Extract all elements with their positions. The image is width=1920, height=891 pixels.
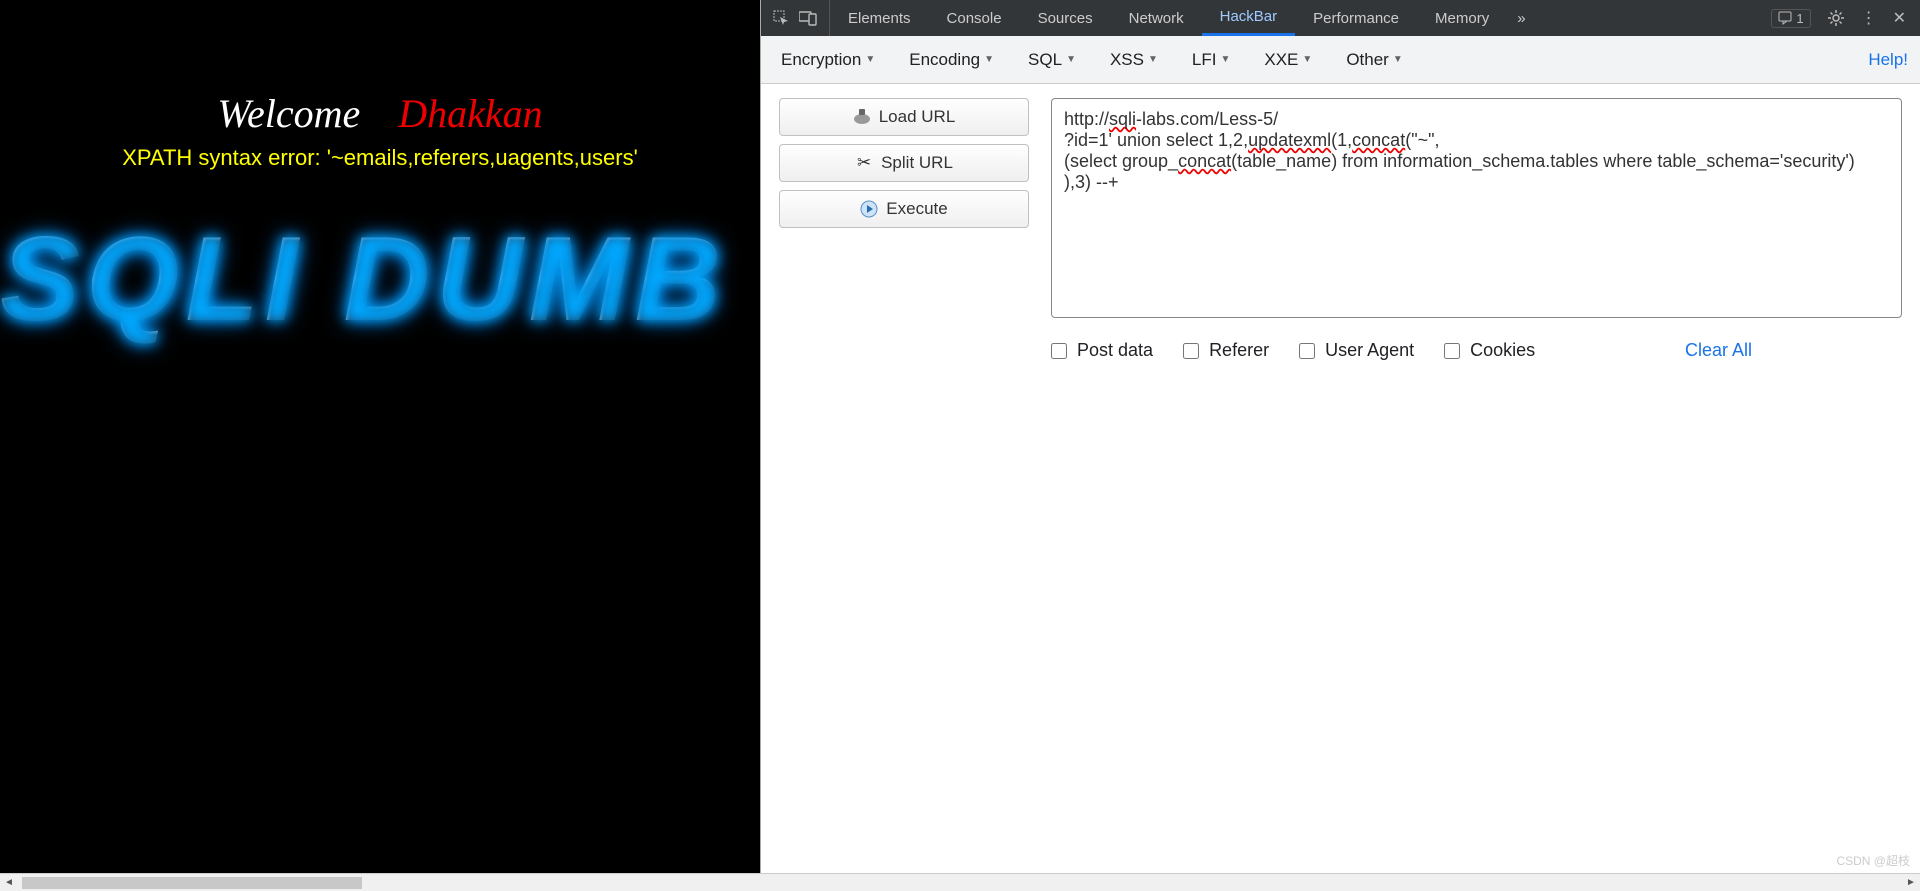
- useragent-checkbox-input[interactable]: [1299, 343, 1315, 359]
- xpath-error-text: XPATH syntax error: '~emails,referers,ua…: [0, 145, 760, 171]
- scroll-thumb[interactable]: [22, 877, 362, 889]
- menu-sql[interactable]: SQL▼: [1020, 44, 1084, 76]
- referer-label: Referer: [1209, 340, 1269, 361]
- url-input-textarea[interactable]: http://sqli-labs.com/Less-5/ ?id=1' unio…: [1051, 98, 1902, 318]
- tabs-overflow[interactable]: »: [1507, 0, 1535, 36]
- hackbar-body: Load URL ✂ Split URL Execute http://sqli…: [761, 84, 1920, 375]
- clear-all-link[interactable]: Clear All: [1685, 340, 1752, 361]
- cookies-checkbox-input[interactable]: [1444, 343, 1460, 359]
- useragent-checkbox[interactable]: User Agent: [1299, 340, 1414, 361]
- device-toggle-icon[interactable]: [799, 10, 817, 26]
- tab-elements[interactable]: Elements: [830, 0, 929, 36]
- menu-encryption[interactable]: Encryption▼: [773, 44, 883, 76]
- messages-badge[interactable]: 1: [1771, 9, 1810, 28]
- scroll-track[interactable]: [18, 877, 1902, 889]
- menu-xss[interactable]: XSS▼: [1102, 44, 1166, 76]
- execute-label: Execute: [886, 199, 947, 219]
- devtools-panel: Elements Console Sources Network HackBar…: [760, 0, 1920, 873]
- caret-down-icon: ▼: [1066, 54, 1076, 65]
- tab-network[interactable]: Network: [1111, 0, 1202, 36]
- menu-xxe[interactable]: XXE▼: [1256, 44, 1320, 76]
- hackbar-checkboxes: Post data Referer User Agent Cookies C: [1051, 340, 1902, 361]
- play-icon: [860, 200, 878, 218]
- hackbar-toolbar: Encryption▼ Encoding▼ SQL▼ XSS▼ LFI▼ XXE…: [761, 36, 1920, 84]
- split-url-button[interactable]: ✂ Split URL: [779, 144, 1029, 182]
- caret-down-icon: ▼: [1148, 54, 1158, 65]
- caret-down-icon: ▼: [1302, 54, 1312, 65]
- welcome-text: Welcome: [217, 91, 360, 136]
- welcome-heading: Welcome Dhakkan: [0, 90, 760, 137]
- tab-memory[interactable]: Memory: [1417, 0, 1507, 36]
- settings-icon[interactable]: [1827, 9, 1845, 27]
- postdata-checkbox[interactable]: Post data: [1051, 340, 1153, 361]
- scissors-icon: ✂: [855, 154, 873, 172]
- postdata-label: Post data: [1077, 340, 1153, 361]
- load-url-button[interactable]: Load URL: [779, 98, 1029, 136]
- hackbar-action-buttons: Load URL ✂ Split URL Execute: [779, 98, 1029, 361]
- menu-other[interactable]: Other▼: [1338, 44, 1410, 76]
- caret-down-icon: ▼: [865, 54, 875, 65]
- tab-performance[interactable]: Performance: [1295, 0, 1417, 36]
- messages-count: 1: [1796, 11, 1803, 26]
- inspect-icon[interactable]: [773, 10, 789, 26]
- cookies-label: Cookies: [1470, 340, 1535, 361]
- postdata-checkbox-input[interactable]: [1051, 343, 1067, 359]
- split-url-label: Split URL: [881, 153, 953, 173]
- caret-down-icon: ▼: [984, 54, 994, 65]
- tab-sources[interactable]: Sources: [1020, 0, 1111, 36]
- useragent-label: User Agent: [1325, 340, 1414, 361]
- tab-hackbar[interactable]: HackBar: [1202, 0, 1296, 36]
- cookies-checkbox[interactable]: Cookies: [1444, 340, 1535, 361]
- execute-button[interactable]: Execute: [779, 190, 1029, 228]
- referer-checkbox[interactable]: Referer: [1183, 340, 1269, 361]
- menu-lfi[interactable]: LFI▼: [1184, 44, 1238, 76]
- caret-down-icon: ▼: [1393, 54, 1403, 65]
- sqli-logo: SQLI DUMB: [0, 210, 727, 348]
- tab-console[interactable]: Console: [929, 0, 1020, 36]
- kebab-menu-icon[interactable]: ⋮: [1861, 8, 1877, 28]
- horizontal-scrollbar[interactable]: ◄ ►: [0, 873, 1920, 891]
- referer-checkbox-input[interactable]: [1183, 343, 1199, 359]
- watermark: CSDN @超枝: [1836, 852, 1910, 869]
- help-link[interactable]: Help!: [1868, 50, 1908, 70]
- dhakkan-text: Dhakkan: [398, 91, 542, 136]
- scroll-right-arrow[interactable]: ►: [1902, 874, 1920, 891]
- scroll-left-arrow[interactable]: ◄: [0, 874, 18, 891]
- load-icon: [853, 108, 871, 126]
- devtools-tab-bar: Elements Console Sources Network HackBar…: [761, 0, 1920, 36]
- menu-encoding[interactable]: Encoding▼: [901, 44, 1002, 76]
- load-url-label: Load URL: [879, 107, 956, 127]
- rendered-page: Welcome Dhakkan XPATH syntax error: '~em…: [0, 0, 760, 873]
- caret-down-icon: ▼: [1220, 54, 1230, 65]
- close-icon[interactable]: ✕: [1893, 8, 1906, 28]
